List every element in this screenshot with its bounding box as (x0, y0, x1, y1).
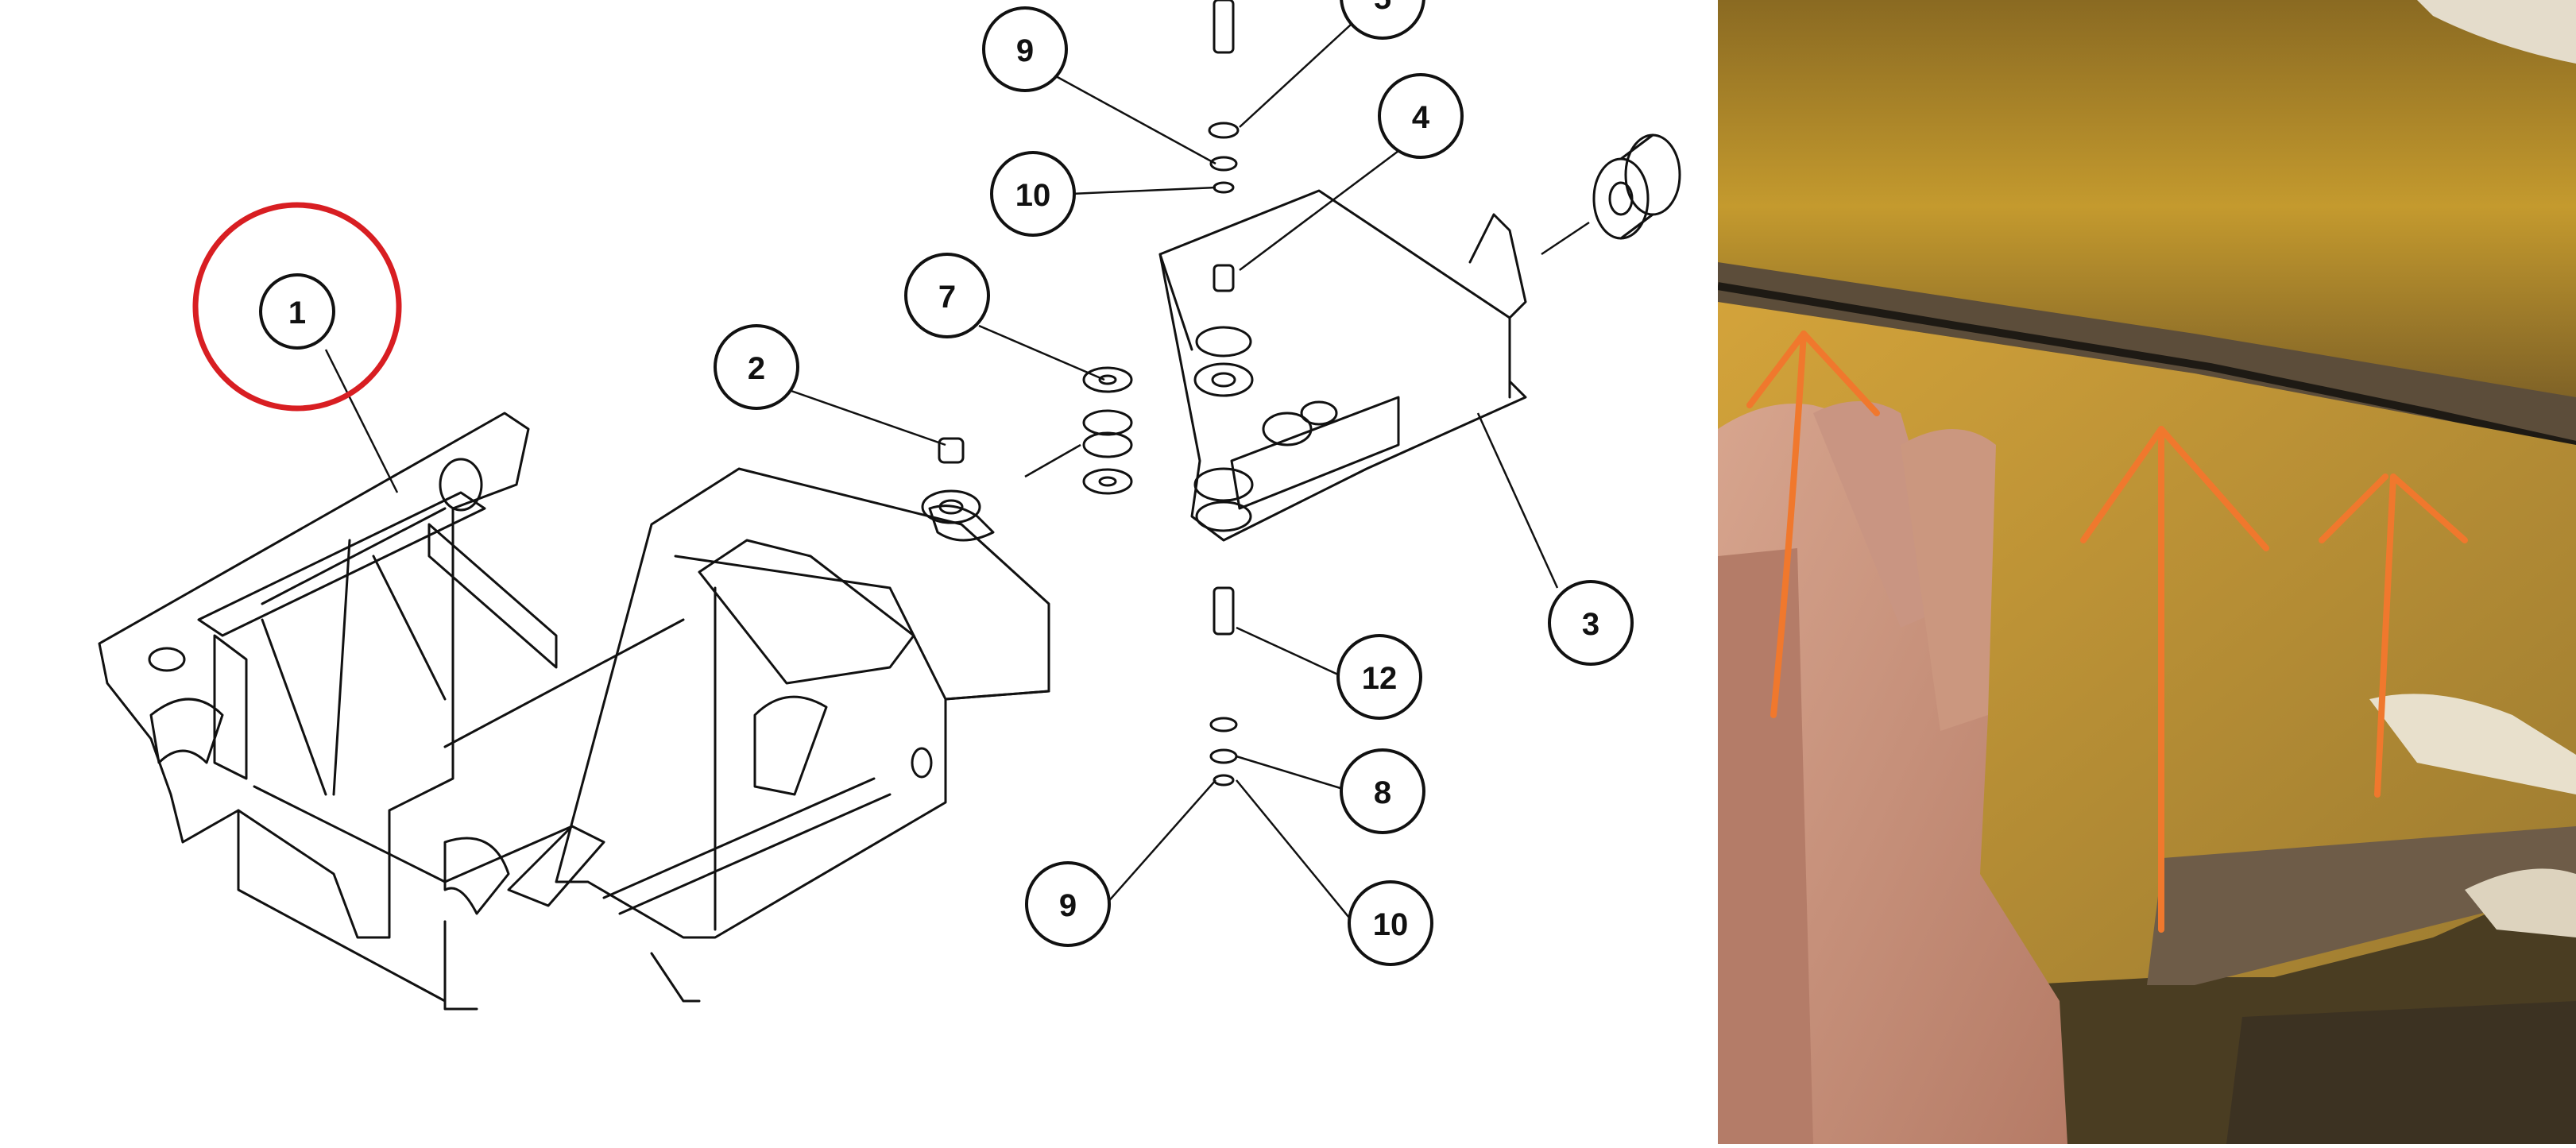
callout-12-label: 12 (1362, 661, 1398, 696)
callout-4-label: 4 (1412, 100, 1430, 135)
callout-9a-label: 9 (1016, 33, 1034, 68)
callout-1-label: 1 (288, 296, 306, 330)
crack-photo (1718, 0, 2576, 1144)
callout-9b-label: 9 (1059, 888, 1077, 923)
callout-7-label: 7 (938, 280, 956, 315)
callout-3-label: 3 (1582, 607, 1599, 642)
callout-2-label: 2 (748, 351, 765, 386)
spring-washers-part (1082, 366, 1133, 495)
callout-5-label: 5 (1374, 0, 1391, 16)
ground-debris (2226, 1001, 2576, 1144)
deck-housing-part (555, 467, 1050, 1003)
washer-stack-part (1208, 122, 1240, 787)
callout-10a-label: 10 (1015, 178, 1051, 213)
exploded-parts-diagram: 1 2 3 4 5 7 8 9 9 10 10 12 (0, 0, 1718, 1144)
callout-10b-label: 10 (1373, 907, 1409, 942)
callout-8-label: 8 (1374, 775, 1391, 810)
main-frame-part (98, 412, 685, 1011)
photo-canvas (1718, 0, 2576, 1144)
palm (1718, 548, 1813, 1144)
diagram-canvas: 1 2 3 4 5 7 8 9 9 10 10 12 (98, 0, 1681, 1011)
idler-pulley-part (1592, 133, 1681, 240)
